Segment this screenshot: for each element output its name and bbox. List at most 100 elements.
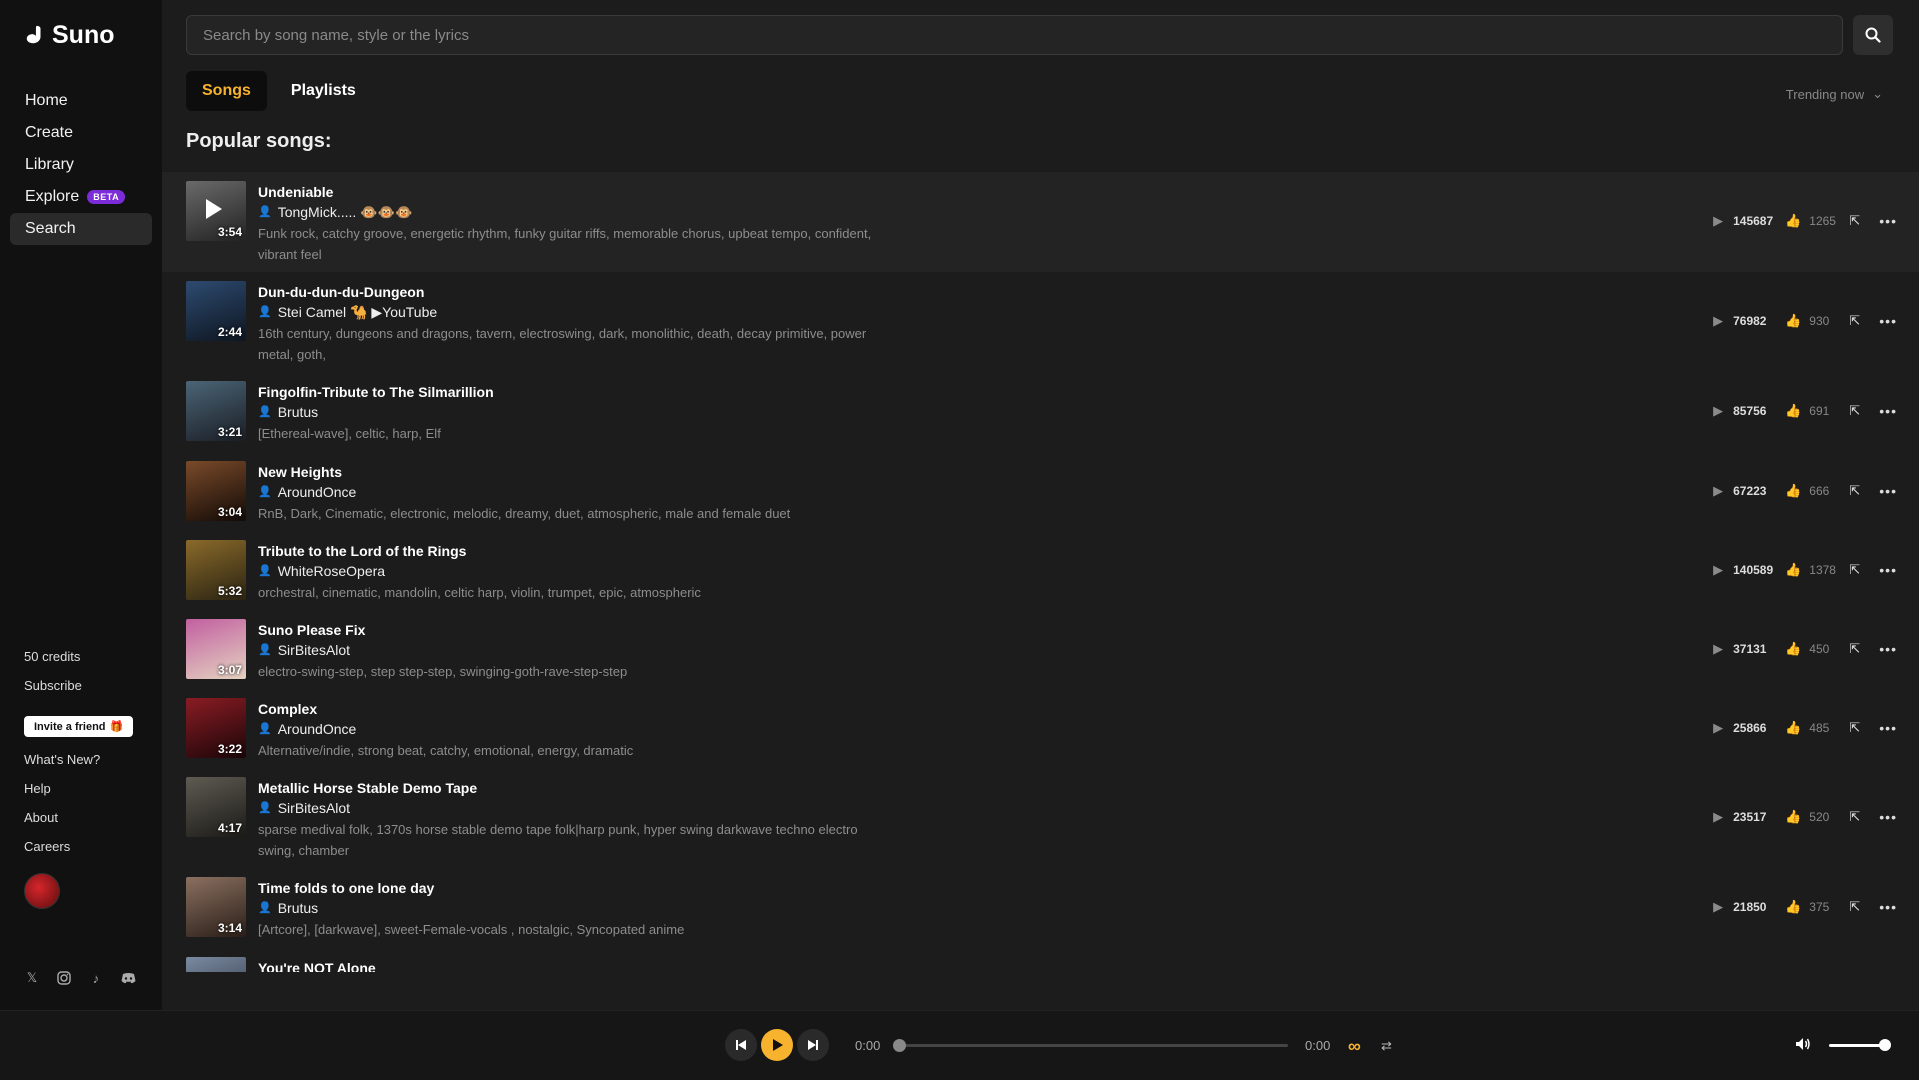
more-options-icon[interactable]: ••• — [1879, 720, 1897, 736]
previous-button[interactable] — [725, 1029, 757, 1061]
song-title[interactable]: Time folds to one lone day — [258, 878, 878, 898]
volume-knob[interactable] — [1879, 1039, 1891, 1051]
song-cover[interactable]: 4:17 — [186, 777, 246, 837]
share-icon[interactable]: ⇱ — [1849, 313, 1873, 329]
song-artist[interactable]: 👤 TongMick..... 🐵🐵🐵 — [258, 202, 878, 223]
thumbs-up-icon[interactable]: 👍 — [1785, 213, 1801, 229]
song-artist[interactable]: 👤 Brutus — [258, 898, 878, 919]
thumbs-up-icon[interactable]: 👍 — [1785, 641, 1801, 657]
song-title[interactable]: Suno Please Fix — [258, 620, 878, 640]
discord-icon[interactable] — [120, 970, 136, 986]
help-link[interactable]: Help — [24, 780, 133, 809]
nav-create[interactable]: Create — [10, 117, 152, 149]
volume-icon[interactable] — [1795, 1036, 1811, 1057]
song-row[interactable]: 2:44 Dun-du-dun-du-Dungeon 👤 Stei Camel 🐪… — [162, 272, 1919, 372]
tab-playlists[interactable]: Playlists — [275, 71, 372, 111]
play-overlay-icon[interactable] — [206, 199, 222, 219]
song-cover[interactable]: 3:07 — [186, 619, 246, 679]
user-avatar[interactable] — [24, 873, 60, 909]
song-row[interactable]: 5:32 Tribute to the Lord of the Rings 👤 W… — [162, 531, 1919, 610]
nav-library[interactable]: Library — [10, 149, 152, 181]
song-cover[interactable] — [186, 957, 246, 972]
infinity-loop-icon[interactable]: ∞ — [1348, 1036, 1361, 1057]
song-artist[interactable]: 👤 SirBitesAlot — [258, 640, 878, 661]
more-options-icon[interactable]: ••• — [1879, 641, 1897, 657]
nav-search[interactable]: Search — [10, 213, 152, 245]
play-button[interactable] — [761, 1029, 793, 1061]
song-stats: ▶ 145687 👍 1265 ⇱ ••• — [1713, 213, 1897, 229]
song-cover[interactable]: 3:14 — [186, 877, 246, 937]
thumbs-up-icon[interactable]: 👍 — [1785, 809, 1801, 825]
thumbs-up-icon[interactable]: 👍 — [1785, 720, 1801, 736]
song-artist[interactable]: 👤 Brutus — [258, 402, 878, 423]
search-button[interactable] — [1853, 15, 1893, 55]
share-icon[interactable]: ⇱ — [1849, 641, 1873, 657]
careers-link[interactable]: Careers — [24, 838, 133, 867]
more-options-icon[interactable]: ••• — [1879, 483, 1897, 499]
thumbs-up-icon[interactable]: 👍 — [1785, 483, 1801, 499]
share-icon[interactable]: ⇱ — [1849, 403, 1873, 419]
thumbs-up-icon[interactable]: 👍 — [1785, 562, 1801, 578]
nav-explore[interactable]: Explore BETA — [10, 181, 152, 213]
tab-songs[interactable]: Songs — [186, 71, 267, 111]
progress-knob[interactable] — [893, 1039, 906, 1052]
thumbs-up-icon[interactable]: 👍 — [1785, 313, 1801, 329]
share-icon[interactable]: ⇱ — [1849, 720, 1873, 736]
song-row[interactable]: 4:17 Metallic Horse Stable Demo Tape 👤 Si… — [162, 768, 1919, 868]
more-options-icon[interactable]: ••• — [1879, 313, 1897, 329]
repeat-icon[interactable]: ⇄ — [1381, 1038, 1392, 1054]
share-icon[interactable]: ⇱ — [1849, 483, 1873, 499]
next-button[interactable] — [797, 1029, 829, 1061]
song-row[interactable]: 3:14 Time folds to one lone day 👤 Brutus … — [162, 868, 1919, 948]
more-options-icon[interactable]: ••• — [1879, 562, 1897, 578]
instagram-icon[interactable] — [56, 970, 72, 986]
subscribe-link[interactable]: Subscribe — [24, 677, 133, 706]
song-row[interactable]: You're NOT Alone — [162, 948, 1919, 972]
progress-bar[interactable] — [893, 1039, 1288, 1052]
song-title[interactable]: Tribute to the Lord of the Rings — [258, 541, 878, 561]
more-options-icon[interactable]: ••• — [1879, 213, 1897, 229]
song-title[interactable]: Fingolfin-Tribute to The Silmarillion — [258, 382, 878, 402]
song-cover[interactable]: 2:44 — [186, 281, 246, 341]
more-options-icon[interactable]: ••• — [1879, 403, 1897, 419]
whats-new-link[interactable]: What's New? — [24, 751, 133, 780]
thumbs-up-icon[interactable]: 👍 — [1785, 403, 1801, 419]
x-icon[interactable]: 𝕏 — [24, 970, 40, 986]
song-cover[interactable]: 3:21 — [186, 381, 246, 441]
song-title[interactable]: Undeniable — [258, 182, 878, 202]
song-cover[interactable]: 5:32 — [186, 540, 246, 600]
share-icon[interactable]: ⇱ — [1849, 213, 1873, 229]
share-icon[interactable]: ⇱ — [1849, 899, 1873, 915]
invite-friend-button[interactable]: Invite a friend 🎁 — [24, 716, 134, 737]
song-cover[interactable]: 3:54 — [186, 181, 246, 241]
song-title[interactable]: Metallic Horse Stable Demo Tape — [258, 778, 878, 798]
song-artist[interactable]: 👤 WhiteRoseOpera — [258, 561, 878, 582]
search-input[interactable] — [203, 26, 1826, 44]
more-options-icon[interactable]: ••• — [1879, 899, 1897, 915]
song-title[interactable]: You're NOT Alone — [258, 958, 878, 972]
share-icon[interactable]: ⇱ — [1849, 562, 1873, 578]
suno-logo[interactable]: Suno — [24, 20, 152, 50]
song-title[interactable]: New Heights — [258, 462, 878, 482]
song-row[interactable]: 3:07 Suno Please Fix 👤 SirBitesAlot elect… — [162, 610, 1919, 689]
volume-slider[interactable] — [1829, 1039, 1891, 1051]
song-row[interactable]: 3:22 Complex 👤 AroundOnce Alternative/ind… — [162, 689, 1919, 768]
song-artist[interactable]: 👤 SirBitesAlot — [258, 798, 878, 819]
song-title[interactable]: Dun-du-dun-du-Dungeon — [258, 282, 878, 302]
song-artist[interactable]: 👤 Stei Camel 🐪 ▶YouTube — [258, 302, 878, 323]
thumbs-up-icon[interactable]: 👍 — [1785, 899, 1801, 915]
song-row[interactable]: 3:54 Undeniable 👤 TongMick..... 🐵🐵🐵 Funk … — [162, 172, 1919, 272]
sort-dropdown[interactable]: Trending now ⌄ — [1786, 86, 1883, 102]
about-link[interactable]: About — [24, 809, 133, 838]
song-artist[interactable]: 👤 AroundOnce — [258, 719, 878, 740]
more-options-icon[interactable]: ••• — [1879, 809, 1897, 825]
song-title[interactable]: Complex — [258, 699, 878, 719]
nav-home[interactable]: Home — [10, 85, 152, 117]
song-artist[interactable]: 👤 AroundOnce — [258, 482, 878, 503]
tiktok-icon[interactable]: ♪ — [88, 970, 104, 986]
song-cover[interactable]: 3:04 — [186, 461, 246, 521]
song-row[interactable]: 3:21 Fingolfin-Tribute to The Silmarilli… — [162, 372, 1919, 452]
song-row[interactable]: 3:04 New Heights 👤 AroundOnce RnB, Dark, … — [162, 452, 1919, 531]
song-cover[interactable]: 3:22 — [186, 698, 246, 758]
share-icon[interactable]: ⇱ — [1849, 809, 1873, 825]
